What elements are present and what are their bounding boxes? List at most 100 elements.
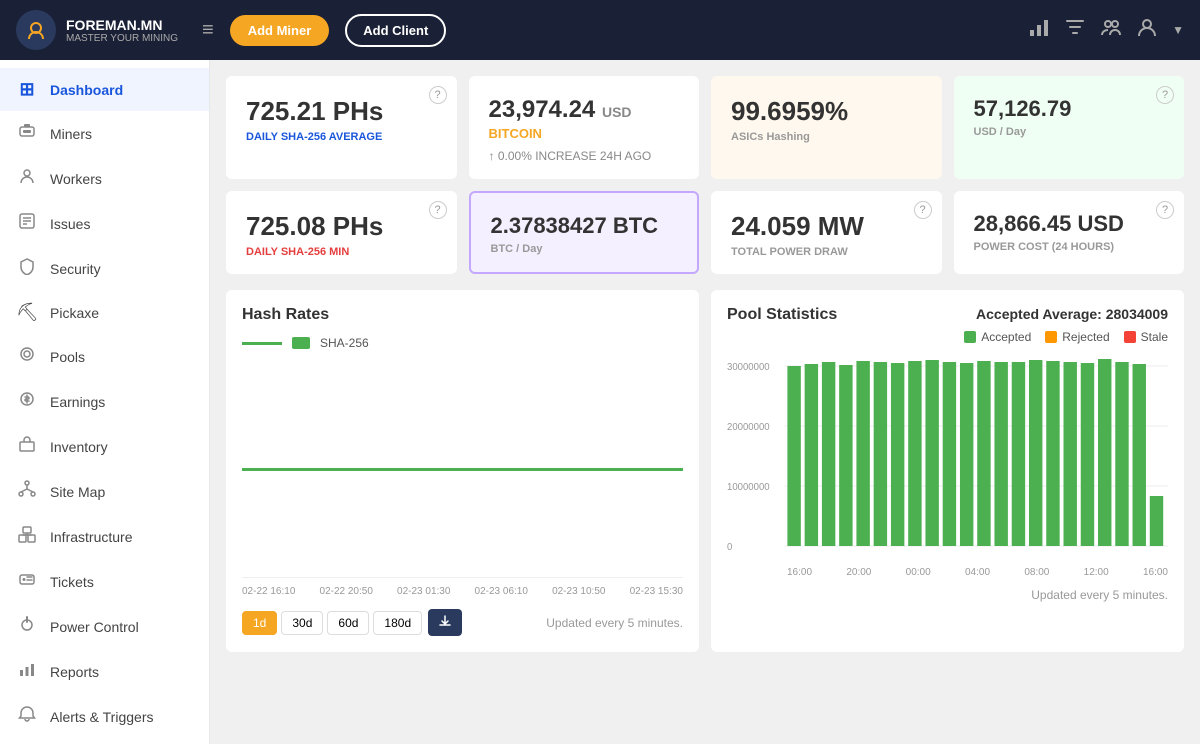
sidebar-item-miners[interactable]: Miners <box>0 111 209 156</box>
help-icon-usd[interactable]: ? <box>1156 86 1174 104</box>
time-btn-30d[interactable]: 30d <box>281 611 323 635</box>
hash-legend-label: SHA-256 <box>320 336 369 350</box>
chevron-down-icon[interactable]: ▼ <box>1172 23 1184 37</box>
sidebar-label-security: Security <box>50 261 101 277</box>
sidebar-label-workers: Workers <box>50 171 102 187</box>
stat-card-power-draw: ? 24.059 MW TOTAL POWER DRAW <box>711 191 942 274</box>
sidebar-support-section: SUPPORT <box>0 739 209 744</box>
help-icon-power[interactable]: ? <box>914 201 932 219</box>
sidebar-item-workers[interactable]: Workers <box>0 156 209 201</box>
sidebar-label-miners: Miners <box>50 126 92 142</box>
sidebar-label-sitemap: Site Map <box>50 484 105 500</box>
time-buttons: 1d 30d 60d 180d <box>242 611 422 635</box>
time-btn-180d[interactable]: 180d <box>373 611 422 635</box>
dashboard-icon: ⊞ <box>16 79 38 100</box>
pool-bar-chart-svg: 30000000 20000000 10000000 0 <box>727 356 1168 556</box>
legend-stale: Stale <box>1124 330 1168 344</box>
sidebar-label-powercontrol: Power Control <box>50 619 139 635</box>
sidebar-label-reports: Reports <box>50 664 99 680</box>
charts-row: Hash Rates SHA-256 02-22 16:10 02-22 20:… <box>226 290 1184 652</box>
stat-label-bitcoin: BITCOIN <box>489 126 680 141</box>
sidebar-item-pools[interactable]: Pools <box>0 334 209 379</box>
pool-legend: Accepted Rejected Stale <box>964 330 1168 344</box>
hash-x-labels: 02-22 16:10 02-22 20:50 02-23 01:30 02-2… <box>242 586 683 597</box>
sidebar-item-powercontrol[interactable]: Power Control <box>0 604 209 649</box>
sidebar-item-security[interactable]: Security <box>0 246 209 291</box>
x-label-1: 02-22 16:10 <box>242 586 295 597</box>
pool-chart-header: Pool Statistics Accepted Average: 280340… <box>727 306 1168 344</box>
time-btn-60d[interactable]: 60d <box>327 611 369 635</box>
stat-card-hash-average: ? 725.21 PHs DAILY SHA-256 AVERAGE <box>226 76 457 179</box>
stat-label-hash-min: DAILY SHA-256 MIN <box>246 246 437 258</box>
sidebar-item-tickets[interactable]: Tickets <box>0 559 209 604</box>
hash-chart-footer: 1d 30d 60d 180d Updated every 5 minutes. <box>242 609 683 636</box>
filter-icon[interactable] <box>1064 16 1086 44</box>
sidebar-label-issues: Issues <box>50 216 90 232</box>
workers-icon <box>16 167 38 190</box>
svg-text:20000000: 20000000 <box>727 422 770 433</box>
svg-text:30000000: 30000000 <box>727 362 770 373</box>
legend-stale-label: Stale <box>1141 330 1168 344</box>
infrastructure-icon <box>16 525 38 548</box>
sidebar-item-issues[interactable]: Issues <box>0 201 209 246</box>
stat-value-btc-day: 2.37838427 BTC <box>491 213 678 239</box>
hash-legend-line <box>242 342 282 345</box>
logo-icon <box>16 10 56 50</box>
app-header: FOREMAN.MN MASTER YOUR MINING ≡ Add Mine… <box>0 0 1200 60</box>
stat-sub-bitcoin: ↑ 0.00% INCREASE 24H AGO <box>489 149 680 163</box>
sidebar: ⊞ Dashboard Miners Workers Issues Secu <box>0 60 210 744</box>
legend-accepted-label: Accepted <box>981 330 1031 344</box>
stat-label-btc-day: BTC / Day <box>491 243 678 255</box>
main-content: ? 725.21 PHs DAILY SHA-256 AVERAGE 23,97… <box>210 60 1200 744</box>
pickaxe-icon: ⛏ <box>16 302 38 323</box>
sidebar-item-earnings[interactable]: Earnings <box>0 379 209 424</box>
stat-value-power-draw: 24.059 MW <box>731 211 922 242</box>
reports-icon <box>16 660 38 683</box>
x-label-4: 02-23 06:10 <box>475 586 528 597</box>
sidebar-item-pickaxe[interactable]: ⛏ Pickaxe <box>0 291 209 334</box>
download-button[interactable] <box>428 609 462 636</box>
sidebar-item-infrastructure[interactable]: Infrastructure <box>0 514 209 559</box>
sidebar-label-dashboard: Dashboard <box>50 82 123 98</box>
svg-text:10000000: 10000000 <box>727 482 770 493</box>
pool-x-label-3: 00:00 <box>906 567 931 578</box>
sidebar-item-reports[interactable]: Reports <box>0 649 209 694</box>
earnings-icon <box>16 390 38 413</box>
add-miner-button[interactable]: Add Miner <box>230 15 330 46</box>
legend-rejected-label: Rejected <box>1062 330 1109 344</box>
security-icon <box>16 257 38 280</box>
tickets-icon <box>16 570 38 593</box>
person-icon[interactable] <box>1136 16 1158 44</box>
user-group-icon[interactable] <box>1100 16 1122 44</box>
hamburger-menu[interactable]: ≡ <box>202 19 214 42</box>
pool-x-label-6: 12:00 <box>1084 567 1109 578</box>
stat-value-asics: 99.6959% <box>731 96 922 127</box>
help-icon-powercost[interactable]: ? <box>1156 201 1174 219</box>
sidebar-item-dashboard[interactable]: ⊞ Dashboard <box>0 68 209 111</box>
pool-accepted-label: Accepted Average: 28034009 <box>976 306 1168 322</box>
pool-x-label-2: 20:00 <box>846 567 871 578</box>
time-btn-1d[interactable]: 1d <box>242 611 277 635</box>
legend-accepted-dot <box>964 331 976 343</box>
legend-accepted: Accepted <box>964 330 1031 344</box>
x-label-5: 02-23 10:50 <box>552 586 605 597</box>
pool-stats-chart: Pool Statistics Accepted Average: 280340… <box>711 290 1184 652</box>
sidebar-item-alerts[interactable]: Alerts & Triggers <box>0 694 209 739</box>
sidebar-label-alerts: Alerts & Triggers <box>50 709 153 725</box>
sidebar-label-inventory: Inventory <box>50 439 108 455</box>
add-client-button[interactable]: Add Client <box>345 14 446 47</box>
stat-card-usd-day: ? 57,126.79 USD / Day <box>954 76 1185 179</box>
x-label-2: 02-22 20:50 <box>320 586 373 597</box>
help-icon-hash-avg[interactable]: ? <box>429 86 447 104</box>
alerts-icon <box>16 705 38 728</box>
sidebar-label-tickets: Tickets <box>50 574 94 590</box>
hash-updated-text: Updated every 5 minutes. <box>546 616 683 630</box>
chart-icon[interactable] <box>1028 16 1050 44</box>
help-icon-hash-min[interactable]: ? <box>429 201 447 219</box>
legend-rejected-dot <box>1045 331 1057 343</box>
sidebar-item-inventory[interactable]: Inventory <box>0 424 209 469</box>
svg-text:0: 0 <box>727 542 733 553</box>
sidebar-item-sitemap[interactable]: Site Map <box>0 469 209 514</box>
pool-x-label-1: 16:00 <box>787 567 812 578</box>
pool-x-label-5: 08:00 <box>1024 567 1049 578</box>
